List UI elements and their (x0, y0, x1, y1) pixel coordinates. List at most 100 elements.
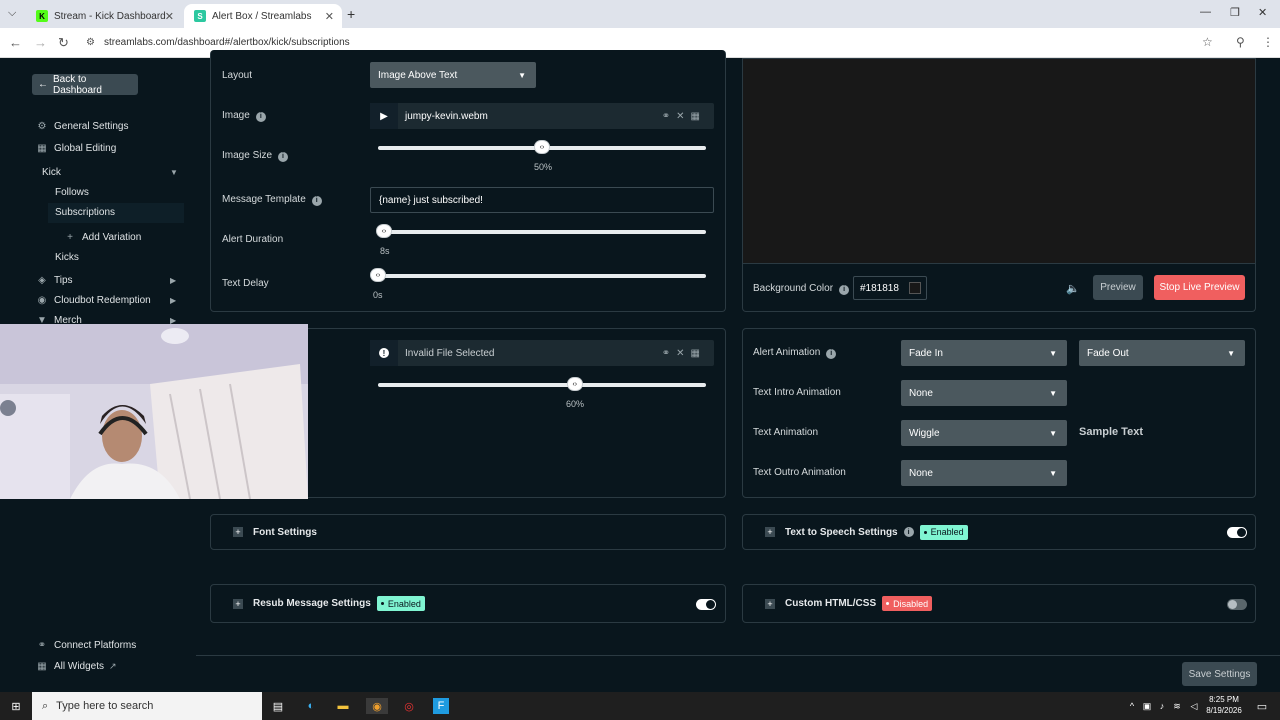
sidebar-item-kicks[interactable]: Kicks (55, 252, 79, 263)
alert-duration-slider[interactable]: ‹› (376, 224, 706, 238)
sidebar-item-tips[interactable]: ◈ Tips ▶ (36, 275, 182, 286)
extension-icon[interactable]: ⚲ (1236, 35, 1245, 49)
sidebar-item-follows[interactable]: Follows (55, 187, 89, 198)
text-outro-animation-label: Text Outro Animation (753, 467, 846, 478)
site-settings-icon[interactable]: ⚙ (86, 37, 95, 48)
tray-chevron-icon[interactable]: ^ (1124, 698, 1140, 714)
close-icon[interactable]: ✕ (676, 348, 690, 359)
background-color-label: Background Color i (753, 283, 850, 295)
slider-handle[interactable]: ‹› (370, 268, 386, 282)
color-swatch[interactable] (909, 282, 921, 294)
link-icon[interactable]: ⚭ (662, 348, 676, 359)
connect-platforms-link[interactable]: ⚭ Connect Platforms (36, 640, 136, 651)
sound-file-picker[interactable]: ! Invalid File Selected ⚭✕▦ (370, 340, 714, 366)
tray-device-icon[interactable]: ▣ (1139, 698, 1155, 714)
background-color-input[interactable]: #181818 (853, 276, 927, 300)
browser-menu-icon[interactable]: ⋮ (1262, 35, 1274, 49)
message-template-input[interactable]: {name} just subscribed! (370, 187, 714, 213)
stop-live-preview-button[interactable]: Stop Live Preview (1154, 275, 1245, 300)
image-file-picker[interactable]: ▶ jumpy-kevin.webm ⚭✕▦ (370, 103, 714, 129)
sidebar-item-label: Connect Platforms (54, 640, 137, 651)
network-icon[interactable]: ≋ (1169, 698, 1185, 714)
select-value: Fade Out (1087, 347, 1129, 359)
sidebar-item-label: All Widgets (54, 661, 105, 672)
volume-icon[interactable]: 🔈 (1066, 282, 1080, 295)
restore-icon[interactable]: ❐ (1230, 6, 1240, 19)
preview-button[interactable]: Preview (1093, 275, 1143, 300)
sidebar-item-subscriptions[interactable]: Subscriptions (55, 207, 115, 218)
minimize-icon[interactable]: — (1200, 6, 1211, 18)
custom-toggle[interactable] (1227, 599, 1247, 610)
new-tab-icon[interactable]: + (347, 6, 355, 22)
slider-handle[interactable]: ‹› (534, 140, 550, 154)
resub-settings-section[interactable]: + Resub Message Settings Enabled (210, 584, 726, 623)
notifications-icon[interactable]: ▭ (1254, 698, 1270, 714)
expand-icon: + (233, 598, 243, 609)
all-widgets-link[interactable]: ▦ All Widgets ↗ (36, 661, 116, 672)
link-icon[interactable]: ⚭ (662, 111, 676, 122)
forward-arrow-icon[interactable]: → (34, 35, 47, 50)
resub-toggle[interactable] (696, 599, 716, 610)
file-explorer-icon[interactable]: ▬ (335, 698, 351, 714)
grid-icon[interactable]: ▦ (691, 111, 706, 122)
url-text[interactable]: streamlabs.com/dashboard#/alertbox/kick/… (104, 37, 350, 48)
link-icon: ⚭ (37, 640, 47, 651)
obs-icon[interactable]: ◎ (401, 698, 417, 714)
close-icon[interactable]: ✕ (676, 111, 690, 122)
sound-volume-slider[interactable]: ‹› (378, 377, 706, 391)
sidebar-item-kick[interactable]: Kick ▼ (42, 167, 182, 178)
close-tab-icon[interactable]: ✕ (165, 10, 174, 23)
microphone-icon[interactable]: ♪ (1154, 698, 1170, 714)
image-size-slider[interactable]: ‹› (378, 140, 706, 154)
info-icon[interactable]: i (903, 527, 914, 537)
alert-out-animation-select[interactable]: Fade Out ▼ (1079, 340, 1245, 366)
section-title: Text to Speech Settings (785, 526, 898, 538)
tab-kick-dashboard[interactable]: K Stream - Kick Dashboard ✕ (26, 4, 182, 28)
back-arrow-icon[interactable]: ← (9, 35, 22, 50)
font-settings-section[interactable]: + Font Settings (210, 514, 726, 550)
info-icon[interactable]: i (255, 111, 266, 122)
back-label: Back to Dashboard (53, 73, 102, 96)
chrome-icon[interactable]: ◉ (366, 698, 388, 714)
grid-icon[interactable]: ▦ (691, 348, 706, 359)
background-color-value: #181818 (860, 282, 899, 294)
windows-start-icon[interactable]: ⊞ (8, 698, 24, 714)
tab-alert-box[interactable]: S Alert Box / Streamlabs ✕ (184, 4, 342, 28)
save-settings-button[interactable]: Save Settings (1182, 662, 1257, 686)
warning-icon: ! (370, 340, 398, 366)
clock[interactable]: 8:25 PM 8/19/2026 (1204, 695, 1244, 715)
slider-handle[interactable]: ‹› (566, 377, 583, 391)
info-icon[interactable]: i (839, 284, 850, 295)
custom-html-css-section[interactable]: + Custom HTML/CSS Disabled (742, 584, 1256, 623)
alert-in-animation-select[interactable]: Fade In ▼ (901, 340, 1067, 366)
tts-toggle[interactable] (1227, 527, 1247, 538)
window-close-icon[interactable]: ✕ (1258, 6, 1267, 19)
bookmark-star-icon[interactable]: ☆ (1202, 35, 1213, 49)
text-outro-animation-select[interactable]: None ▼ (901, 460, 1067, 486)
text-animation-select[interactable]: Wiggle ▼ (901, 420, 1067, 446)
edge-icon[interactable]: ◐ (303, 698, 319, 714)
add-variation-button[interactable]: + Add Variation (64, 232, 141, 243)
info-icon[interactable]: i (278, 151, 289, 162)
close-tab-icon[interactable]: ✕ (325, 10, 334, 23)
app-f-icon[interactable]: F (433, 698, 449, 714)
sidebar-item-cloudbot[interactable]: ◉ Cloudbot Redemption ▶ (36, 295, 182, 306)
sidebar-item-global-editing[interactable]: ▦ Global Editing (36, 143, 116, 154)
layout-select[interactable]: Image Above Text ▼ (370, 62, 536, 88)
sidebar-item-general-settings[interactable]: ⚙ General Settings (36, 121, 129, 132)
footer-divider (196, 655, 1280, 656)
reload-icon[interactable]: ↻ (58, 35, 69, 51)
info-icon[interactable]: i (826, 348, 837, 359)
taskbar-search[interactable]: ⌕ Type here to search (32, 692, 262, 720)
text-delay-slider[interactable]: ‹› (370, 268, 706, 282)
task-view-icon[interactable]: ▤ (270, 698, 286, 714)
back-to-dashboard-button[interactable]: ← Back to Dashboard (32, 73, 138, 96)
info-icon[interactable]: i (311, 195, 322, 206)
slider-handle[interactable]: ‹› (376, 224, 392, 238)
sidebar-item-label: Follows (55, 187, 89, 198)
text-intro-animation-select[interactable]: None ▼ (901, 380, 1067, 406)
tts-settings-section[interactable]: + Text to Speech Settings i Enabled (742, 514, 1256, 550)
speaker-icon[interactable]: ◁ (1186, 698, 1202, 714)
tab-list-icon[interactable]: ⌵ (8, 7, 16, 20)
grid-icon: ▦ (37, 661, 47, 672)
